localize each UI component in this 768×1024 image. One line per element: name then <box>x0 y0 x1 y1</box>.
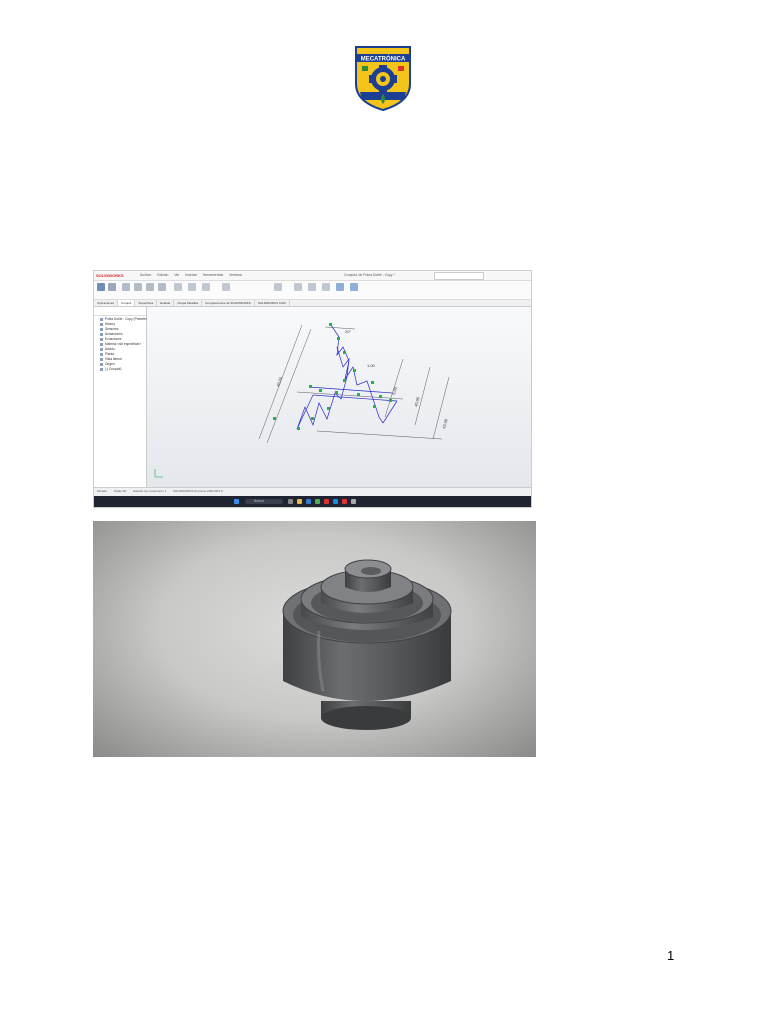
tree-item[interactable]: Polea Doble - Copy (Predeterminado) <box>94 316 158 321</box>
status-text: SOLIDWORKS Premium 2023 SP1.0 <box>173 489 223 493</box>
document-title: Croquis1 de Polea Doble - Copy * <box>344 273 395 277</box>
display-relations-icon[interactable] <box>274 283 282 291</box>
smart-dimension-icon[interactable] <box>108 283 116 291</box>
rapid-sketch-icon[interactable] <box>322 283 330 291</box>
convert-entities-icon[interactable] <box>188 283 196 291</box>
tab-sketch[interactable]: Croquis <box>118 300 136 306</box>
dimension-label[interactable]: 1.00 <box>367 363 376 368</box>
menu-item[interactable]: Edición <box>157 273 168 277</box>
dimension-label[interactable]: 5.00 <box>391 386 398 396</box>
pulley-render-photo <box>93 521 536 757</box>
command-manager-ribbon <box>94 281 531 300</box>
tree-toolbar <box>94 307 146 316</box>
menu-bar: Archivo Edición Ver Insertar Herramienta… <box>140 273 247 277</box>
status-tab-model[interactable]: Modelo <box>94 488 110 494</box>
dimension-label[interactable]: 20° <box>345 329 351 334</box>
file-explorer-icon[interactable] <box>297 499 302 504</box>
status-tab-motion-study[interactable]: Estudio de movimiento 1 <box>130 488 169 494</box>
shaded-sketch-icon[interactable] <box>350 283 358 291</box>
graphics-area[interactable]: 40.00 40.00 5.00 43.00 20° 1.00 <box>147 307 531 487</box>
app-icon[interactable] <box>351 499 356 504</box>
menu-item[interactable]: Herramientas <box>203 273 223 277</box>
trim-entities-icon[interactable] <box>174 283 182 291</box>
arc-icon[interactable] <box>158 283 166 291</box>
edge-icon[interactable] <box>306 499 311 504</box>
logo-text: MECATRÓNICA <box>361 55 406 63</box>
menu-item[interactable]: Insertar <box>185 273 197 277</box>
menu-item[interactable]: Ver <box>174 273 179 277</box>
windows-start-icon[interactable] <box>234 499 239 504</box>
search-input[interactable] <box>434 272 484 280</box>
store-icon[interactable] <box>315 499 320 504</box>
tab-sheet-metal[interactable]: Chapa Metálica <box>174 300 203 306</box>
offset-entities-icon[interactable] <box>202 283 210 291</box>
tree-item[interactable]: (-) Croquis1 <box>94 366 146 371</box>
circle-icon[interactable] <box>146 283 154 291</box>
tab-evaluate[interactable]: Evaluar <box>157 300 175 306</box>
app-icon[interactable] <box>342 499 347 504</box>
chrome-icon[interactable] <box>333 499 338 504</box>
menu-item[interactable]: Archivo <box>140 273 151 277</box>
solidworks-taskbar-icon[interactable] <box>324 499 329 504</box>
tab-features[interactable]: Operaciones <box>94 300 119 306</box>
taskbar-search-label: Buscar <box>254 499 264 503</box>
solidworks-logo: SOLIDWORKS <box>96 273 124 278</box>
mirror-entities-icon[interactable] <box>222 283 230 291</box>
solidworks-screenshot: SOLIDWORKS Archivo Edición Ver Insertar … <box>93 270 532 508</box>
status-tab-3d-views[interactable]: Vistas 3D <box>111 488 130 494</box>
tab-addins[interactable]: Complementos de SOLIDWORKS <box>202 300 255 306</box>
tab-cam[interactable]: SOLIDWORKS CAM <box>255 300 290 306</box>
dimension-label[interactable]: 40.00 <box>413 396 421 408</box>
windows-taskbar: Buscar <box>94 496 531 507</box>
line-icon[interactable] <box>122 283 130 291</box>
title-bar: SOLIDWORKS Archivo Edición Ver Insertar … <box>94 271 531 281</box>
repair-sketch-icon[interactable] <box>294 283 302 291</box>
tab-surfaces[interactable]: Superficies <box>135 300 158 306</box>
tree-item[interactable]: Material <sin especificar> <box>94 341 146 346</box>
task-view-icon[interactable] <box>288 499 293 504</box>
dimension-label[interactable]: 43.00 <box>441 418 449 430</box>
command-tabs: Operaciones Croquis Superficies Evaluar Chap… <box>94 300 531 307</box>
feature-manager-tree: Polea Doble - Copy (Predeterminado) Hist… <box>94 307 158 487</box>
rectangle-icon[interactable] <box>134 283 142 291</box>
taskbar-search[interactable]: Buscar <box>245 499 283 504</box>
exit-sketch-icon[interactable] <box>97 283 105 291</box>
page-number: 1 <box>667 948 675 963</box>
mecatronica-logo: MECATRÓNICA <box>352 44 414 112</box>
menu-item[interactable]: Ventana <box>229 273 241 277</box>
quick-snaps-icon[interactable] <box>308 283 316 291</box>
instant2d-icon[interactable] <box>336 283 344 291</box>
